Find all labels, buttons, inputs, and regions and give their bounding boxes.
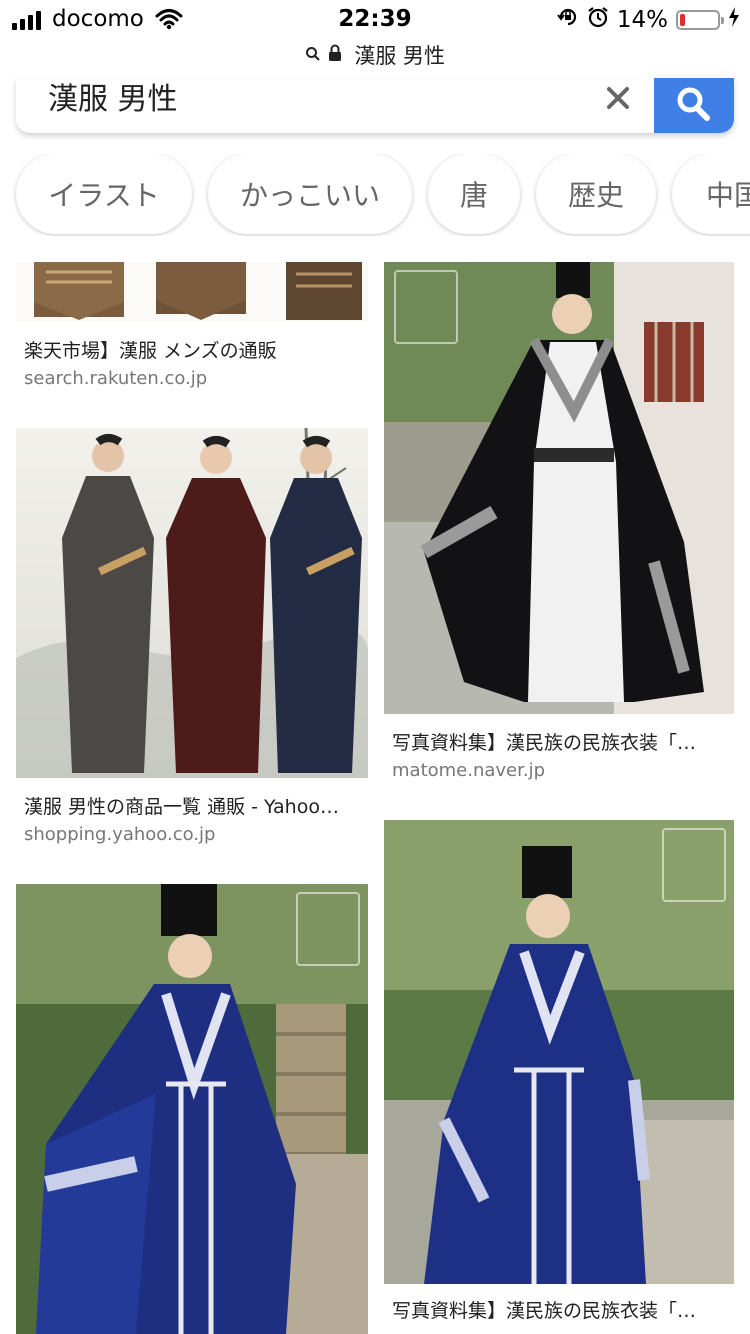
result-title: 漢服 男性の商品一覧 通販 - Yahoo… xyxy=(24,796,339,818)
chip-cool[interactable]: かっこいい xyxy=(208,154,412,234)
charging-icon xyxy=(728,7,740,33)
result-card[interactable]: 楽天市場】漢服 メンズの通販 search.rakuten.co.jp xyxy=(16,262,368,402)
search-box xyxy=(16,78,734,133)
lock-icon xyxy=(328,43,349,67)
rotation-lock-icon xyxy=(557,6,579,34)
search-input[interactable] xyxy=(48,78,568,116)
close-icon xyxy=(607,87,629,109)
result-title: 写真資料集】漢民族の民族衣装「… xyxy=(392,732,697,754)
url-text: 漢服 男性 xyxy=(354,44,446,68)
search-button[interactable] xyxy=(654,78,734,133)
result-card[interactable]: 漢服 男性の商品一覧 通販 - Yahoo… shopping.yahoo.co… xyxy=(16,428,368,848)
result-card[interactable]: 写真資料集】漢民族の民族衣装「… xyxy=(384,820,734,1334)
chip-history[interactable]: 歴史 xyxy=(536,154,656,234)
chip-illustration[interactable]: イラスト xyxy=(16,154,192,234)
watermark-logo xyxy=(662,828,726,902)
result-image[interactable] xyxy=(384,820,734,1284)
url-bar[interactable]: 漢服 男性 xyxy=(0,40,750,78)
result-card[interactable] xyxy=(16,884,368,1334)
search-small-icon xyxy=(305,43,328,67)
alarm-icon xyxy=(587,6,609,34)
chip-china[interactable]: 中国 xyxy=(672,154,750,234)
result-card[interactable]: 写真資料集】漢民族の民族衣装「… matome.naver.jp xyxy=(384,262,734,792)
result-domain: shopping.yahoo.co.jp xyxy=(24,824,216,845)
battery-icon xyxy=(676,10,724,30)
result-domain: matome.naver.jp xyxy=(392,760,546,781)
result-title: 楽天市場】漢服 メンズの通販 xyxy=(24,340,277,362)
result-title: 写真資料集】漢民族の民族衣装「… xyxy=(392,1300,697,1322)
result-image[interactable] xyxy=(16,884,368,1334)
battery-percent: 14% xyxy=(616,7,668,33)
result-image[interactable] xyxy=(16,428,368,778)
suggestion-chips: イラスト かっこいい 唐 歴史 中国 xyxy=(0,154,750,236)
search-bar xyxy=(0,78,750,150)
watermark-logo xyxy=(296,892,360,966)
chip-tang[interactable]: 唐 xyxy=(428,154,520,234)
status-bar: docomo 22:39 14% xyxy=(0,0,750,40)
watermark-logo xyxy=(394,270,458,344)
result-image[interactable] xyxy=(16,262,368,322)
clear-button[interactable] xyxy=(590,78,646,118)
search-icon xyxy=(677,87,710,121)
result-image[interactable] xyxy=(384,262,734,714)
result-domain: search.rakuten.co.jp xyxy=(24,368,208,389)
